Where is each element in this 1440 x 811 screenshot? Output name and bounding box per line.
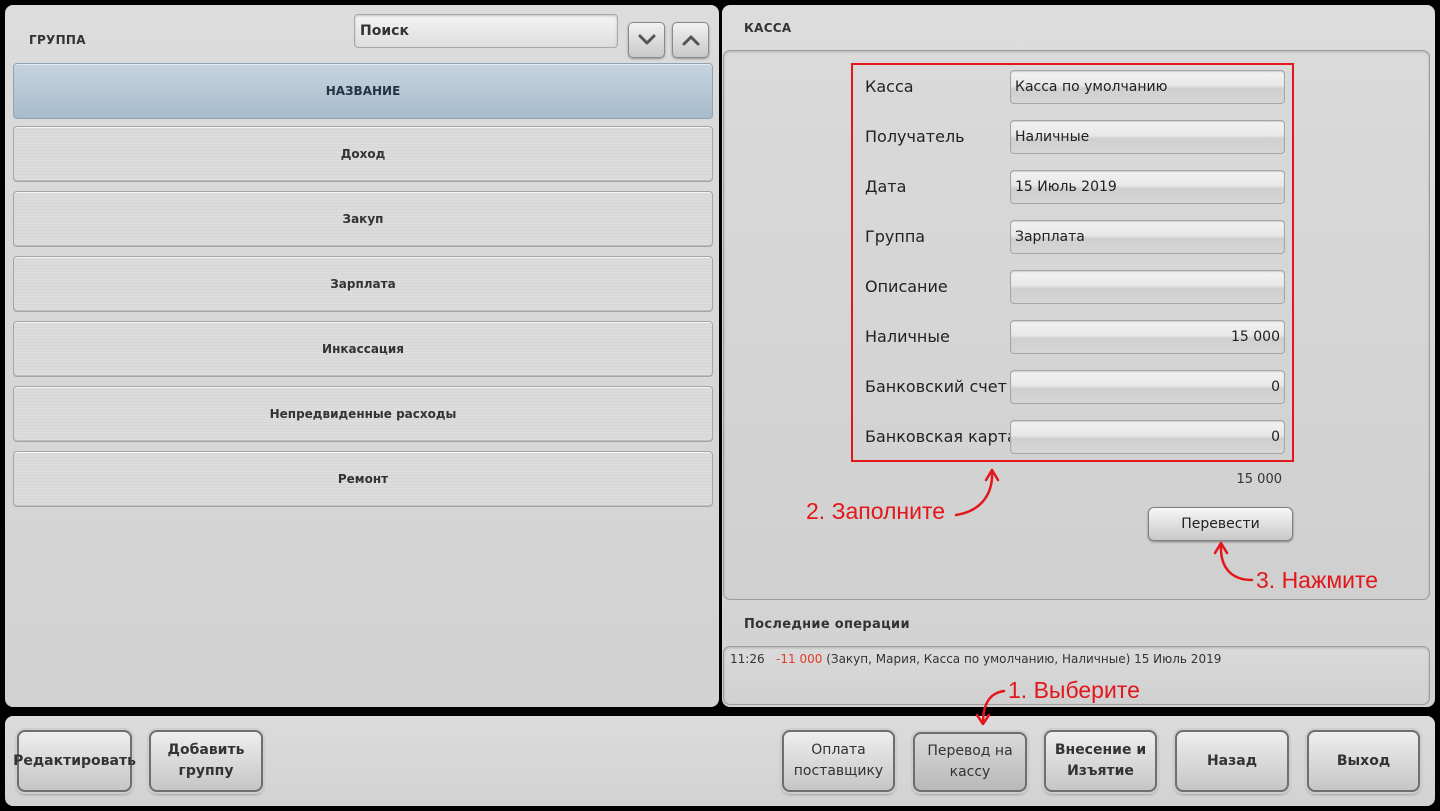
add-group-button[interactable]: Добавить группу xyxy=(149,730,263,792)
bank-card-field[interactable]: 0 xyxy=(1010,420,1285,454)
search-input[interactable]: Поиск xyxy=(354,14,618,48)
group-caption: ГРУППА xyxy=(29,33,86,47)
exit-button-label: Выход xyxy=(1336,752,1391,769)
chevron-down-icon xyxy=(638,31,656,50)
supplier-payment-button[interactable]: Оплата поставщику xyxy=(782,730,895,792)
operations-caption: Последние операции xyxy=(744,617,910,632)
group-item-unforeseen[interactable]: Непредвиденные расходы xyxy=(13,386,713,442)
label-group: Группа xyxy=(865,227,926,246)
total-amount: 15 000 xyxy=(1236,472,1283,487)
edit-button[interactable]: Редактировать xyxy=(13,730,136,792)
label-bank-card: Банковская карта xyxy=(865,427,1017,446)
label-date: Дата xyxy=(865,177,907,196)
label-kassa: Касса xyxy=(865,77,914,96)
date-field[interactable]: 15 Июль 2019 xyxy=(1010,170,1285,204)
label-recipient: Получатель xyxy=(865,127,965,146)
group-item-repair[interactable]: Ремонт xyxy=(13,451,713,507)
scroll-down-button[interactable] xyxy=(628,22,665,58)
annotation-step-3: 3. Нажмите xyxy=(1256,567,1379,593)
bank-account-field[interactable]: 0 xyxy=(1010,370,1285,404)
add-group-button-label: Добавить группу xyxy=(167,742,245,779)
cash-field[interactable]: 15 000 xyxy=(1010,320,1285,354)
back-button[interactable]: Назад xyxy=(1175,730,1289,792)
transfer-to-kassa-label: Перевод на кассу xyxy=(927,743,1013,780)
group-item-collection[interactable]: Инкассация xyxy=(13,321,713,377)
kassa-caption: КАССА xyxy=(744,21,792,35)
label-cash: Наличные xyxy=(865,327,950,346)
supplier-payment-label: Оплата поставщику xyxy=(793,742,884,779)
group-field[interactable]: Зарплата xyxy=(1010,220,1285,254)
edit-button-label: Редактировать xyxy=(13,752,136,769)
operation-details: (Закуп, Мария, Касса по умолчанию, Налич… xyxy=(826,652,1222,666)
kassa-field[interactable]: Касса по умолчанию xyxy=(1010,70,1285,104)
operation-time: 11:26 xyxy=(730,652,765,666)
transfer-button[interactable]: Перевести xyxy=(1148,507,1293,541)
group-item-income[interactable]: Доход xyxy=(13,126,713,182)
recipient-field[interactable]: Наличные xyxy=(1010,120,1285,154)
label-description: Описание xyxy=(865,277,948,296)
transfer-to-kassa-button[interactable]: Перевод на кассу xyxy=(913,732,1027,792)
back-button-label: Назад xyxy=(1206,752,1258,769)
operation-entry: 11:26 -11 000 (Закуп, Мария, Касса по ум… xyxy=(730,652,1221,666)
annotation-step-2: 2. Заполните xyxy=(806,498,946,524)
deposit-withdraw-button[interactable]: Внесение и Изъятие xyxy=(1044,730,1157,792)
group-item-salary[interactable]: Зарплата xyxy=(13,256,713,312)
deposit-withdraw-label: Внесение и Изъятие xyxy=(1054,742,1147,779)
operation-amount: -11 000 xyxy=(776,652,823,666)
annotation-step-1: 1. Выберите xyxy=(1008,677,1140,703)
group-item-purchase[interactable]: Закуп xyxy=(13,191,713,247)
exit-button[interactable]: Выход xyxy=(1307,730,1420,792)
chevron-up-icon xyxy=(682,31,700,50)
group-list-header[interactable]: НАЗВАНИЕ xyxy=(13,63,713,119)
label-bank-account: Банковский счет xyxy=(865,377,1007,396)
scroll-up-button[interactable] xyxy=(672,22,709,58)
description-field[interactable] xyxy=(1010,270,1285,304)
